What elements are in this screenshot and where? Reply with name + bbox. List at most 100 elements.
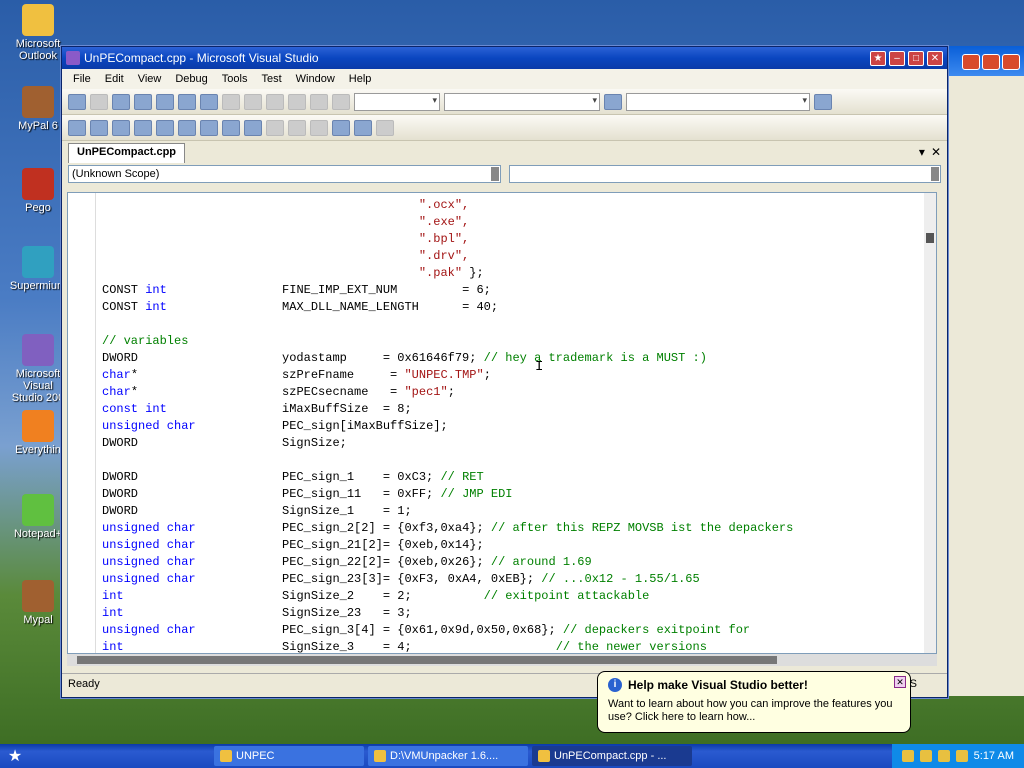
balloon-close-icon[interactable]: ✕ <box>894 676 906 688</box>
start-debug-icon[interactable] <box>332 93 350 110</box>
copy-icon[interactable] <box>200 93 218 110</box>
solution-platform-combo[interactable] <box>444 92 600 111</box>
tray-icon-search[interactable] <box>955 750 968 762</box>
clear-bookmarks-icon[interactable] <box>354 119 372 136</box>
title-bar[interactable]: UnPECompact.cpp - Microsoft Visual Studi… <box>62 47 947 69</box>
taskbar-button[interactable]: UnPECompact.cpp - ... <box>532 746 692 766</box>
add-item-icon[interactable] <box>90 93 108 110</box>
code-line[interactable]: unsigned char PEC_sign_21[2]= {0xeb,0x14… <box>102 537 793 554</box>
code-line[interactable]: const int iMaxBuffSize = 8; <box>102 401 793 418</box>
toggle-bookmark-icon[interactable] <box>244 119 262 136</box>
code-line[interactable]: unsigned char PEC_sign[iMaxBuffSize]; <box>102 418 793 435</box>
taskbar-button[interactable]: UNPEC <box>214 746 364 766</box>
code-line[interactable] <box>102 452 793 469</box>
code-line[interactable]: DWORD SignSize_1 = 1; <box>102 503 793 520</box>
find-combo[interactable] <box>626 92 810 111</box>
code-line[interactable]: DWORD PEC_sign_11 = 0xFF; // JMP EDI <box>102 486 793 503</box>
maximize-icon[interactable]: □ <box>908 50 924 66</box>
notification-balloon[interactable]: i Help make Visual Studio better! ✕ Want … <box>597 671 911 733</box>
code-line[interactable]: int SignSize_2 = 2; // exitpoint attacka… <box>102 588 793 605</box>
open-file-icon[interactable] <box>112 93 130 110</box>
menu-item[interactable]: Test <box>254 73 288 85</box>
prev-bookmark-icon[interactable] <box>266 119 284 136</box>
tray-icon-network[interactable] <box>901 750 914 762</box>
code-line[interactable]: CONST int MAX_DLL_NAME_LENGTH = 40; <box>102 299 793 316</box>
code-line[interactable]: ".ocx", <box>102 197 793 214</box>
code-line[interactable]: // variables <box>102 333 793 350</box>
code-text[interactable]: ".ocx", ".exe", ".bpl", ".drv", ".pak"}… <box>102 197 793 653</box>
scope-dropdown-button[interactable] <box>490 167 499 181</box>
background-maximize-icon[interactable] <box>982 54 1000 70</box>
desktop-icon[interactable]: Everythin <box>8 410 68 456</box>
redo-icon[interactable] <box>266 93 284 110</box>
code-line[interactable]: unsigned char PEC_sign_2[2] = {0xf3,0xa4… <box>102 520 793 537</box>
save-icon[interactable] <box>134 93 152 110</box>
code-line[interactable]: unsigned char PEC_sign_23[3]= {0xF3, 0xA… <box>102 571 793 588</box>
solution-config-combo[interactable] <box>354 92 440 111</box>
menu-item[interactable]: Help <box>342 73 379 85</box>
find-in-files-icon[interactable] <box>604 93 622 110</box>
background-minimize-icon[interactable] <box>962 54 980 70</box>
tab-unpecompact-cpp[interactable]: UnPECompact.cpp <box>68 143 186 163</box>
code-line[interactable]: int SignSize_3 = 4; // the newer version… <box>102 639 793 653</box>
next-bookmark-icon[interactable] <box>288 119 306 136</box>
code-line[interactable]: ".bpl", <box>102 231 793 248</box>
code-line[interactable]: unsigned char PEC_sign_3[4] = {0x61,0x9d… <box>102 622 793 639</box>
cut-icon[interactable] <box>178 93 196 110</box>
decrease-indent-icon[interactable] <box>156 119 174 136</box>
background-close-icon[interactable] <box>1002 54 1020 70</box>
code-line[interactable]: int SignSize_23 = 3; <box>102 605 793 622</box>
minimize-icon[interactable]: – <box>889 50 905 66</box>
code-line[interactable] <box>102 316 793 333</box>
menu-item[interactable]: Window <box>289 73 342 85</box>
solution-explorer-icon[interactable] <box>814 93 832 110</box>
horizontal-scroll-thumb[interactable] <box>77 656 777 664</box>
code-line[interactable]: char* szPECsecname = "pec1"; <box>102 384 793 401</box>
code-line[interactable]: ".exe", <box>102 214 793 231</box>
code-line[interactable]: unsigned char PEC_sign_22[2]= {0xeb,0x26… <box>102 554 793 571</box>
new-project-icon[interactable] <box>68 93 86 110</box>
complete-word-icon[interactable] <box>134 119 152 136</box>
background-window[interactable] <box>945 46 1024 696</box>
member-list-icon[interactable] <box>68 119 86 136</box>
menu-item[interactable]: View <box>131 73 169 85</box>
clock[interactable]: 5:17 AM <box>974 750 1014 762</box>
vertical-scrollbar[interactable] <box>924 193 936 653</box>
code-editor[interactable]: ".ocx", ".exe", ".bpl", ".drv", ".pak"}… <box>67 192 937 654</box>
desktop-icon[interactable]: Microsoft Outlook <box>8 4 68 62</box>
editor-gutter[interactable] <box>68 193 96 653</box>
desktop-icon[interactable]: Notepad+ <box>8 494 68 540</box>
parameter-info-icon[interactable] <box>90 119 108 136</box>
desktop-icon[interactable]: Supermium <box>8 246 68 292</box>
close-icon[interactable]: ✕ <box>927 50 943 66</box>
code-line[interactable]: CONST int FINE_IMP_EXT_NUM = 6; <box>102 282 793 299</box>
increase-indent-icon[interactable] <box>178 119 196 136</box>
save-all-icon[interactable] <box>156 93 174 110</box>
close-tab-icon[interactable]: ✕ <box>931 145 941 159</box>
tray-icon-update[interactable] <box>937 750 950 762</box>
code-line[interactable]: char* szPreFname = "UNPEC.TMP"; <box>102 367 793 384</box>
prev-bookmark-folder-icon[interactable] <box>310 119 328 136</box>
member-dropdown-button[interactable] <box>931 167 939 181</box>
code-line[interactable]: ".drv", <box>102 248 793 265</box>
member-dropdown[interactable] <box>508 165 941 183</box>
tray-icon-security[interactable] <box>919 750 932 762</box>
uncomment-icon[interactable] <box>222 119 240 136</box>
code-line[interactable]: DWORD SignSize; <box>102 435 793 452</box>
comment-out-icon[interactable] <box>200 119 218 136</box>
menu-item[interactable]: File <box>66 73 98 85</box>
menu-item[interactable]: Tools <box>215 73 255 85</box>
balloon-text[interactable]: Want to learn about how you can improve … <box>608 698 900 724</box>
horizontal-scrollbar[interactable] <box>67 654 937 666</box>
menu-item[interactable]: Debug <box>168 73 214 85</box>
code-line[interactable]: DWORD PEC_sign_1 = 0xC3; // RET <box>102 469 793 486</box>
scope-dropdown[interactable]: (Unknown Scope) <box>68 165 501 183</box>
undo-icon[interactable] <box>244 93 262 110</box>
code-line[interactable]: DWORD yodastamp = 0x61646f79; // hey a t… <box>102 350 793 367</box>
navigate-forward-icon[interactable] <box>310 93 328 110</box>
menu-item[interactable]: Edit <box>98 73 131 85</box>
desktop-icon[interactable]: Mypal <box>8 580 68 626</box>
star-icon[interactable]: ★ <box>870 50 886 66</box>
desktop-icon[interactable]: Microsoft Visual Studio 200 <box>8 334 68 404</box>
taskbar-button[interactable]: D:\VMUnpacker 1.6.... <box>368 746 528 766</box>
